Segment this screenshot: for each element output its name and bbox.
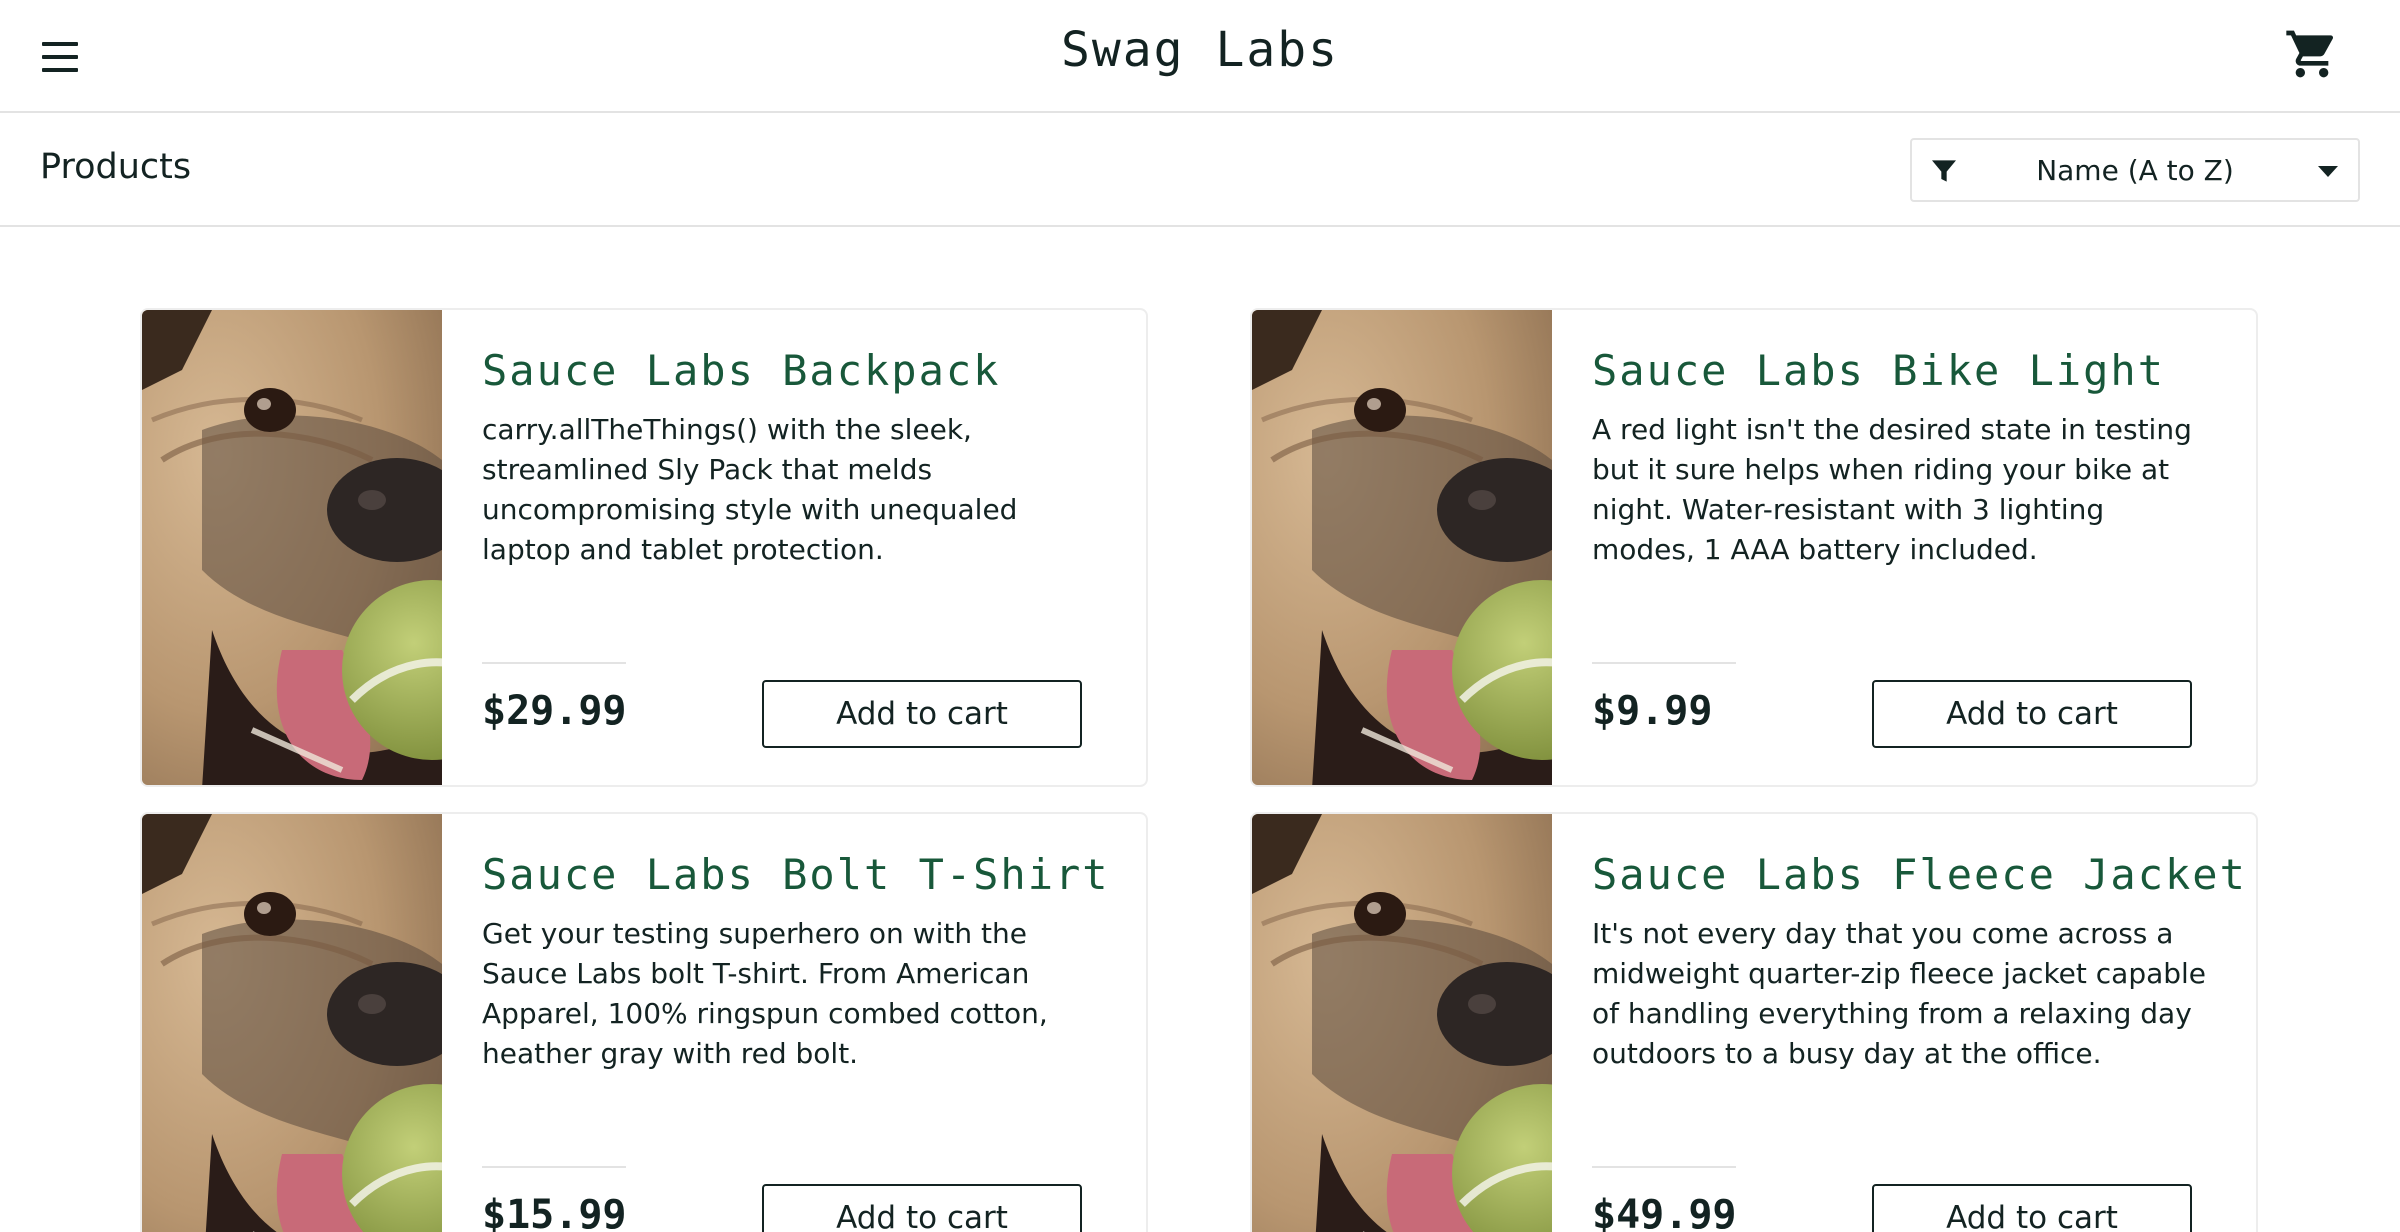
primary-header: Swag Labs (0, 0, 2400, 113)
product-image[interactable] (142, 814, 442, 1232)
app-logo-title: Swag Labs (1060, 22, 1340, 78)
price-divider (482, 662, 626, 664)
shopping-cart-icon[interactable] (2284, 26, 2340, 82)
product-price: $15.99 (482, 1192, 627, 1232)
price-divider (1592, 662, 1736, 664)
product-price: $29.99 (482, 688, 627, 734)
product-description: Get your testing superhero on with the S… (482, 917, 1048, 1070)
pug-with-ball-image (1252, 814, 1552, 1232)
page-title: Products (40, 147, 192, 187)
price-divider (1592, 1166, 1736, 1168)
product-image[interactable] (1252, 814, 1552, 1232)
inventory-item: Sauce Labs Bolt T-Shirt Get your testing… (140, 812, 1148, 1232)
product-description: A red light isn't the desired state in t… (1592, 413, 2192, 566)
add-to-cart-button[interactable]: Add to cart (762, 1184, 1082, 1232)
product-name-link[interactable]: Sauce Labs Bolt T-Shirt (482, 850, 1110, 899)
add-to-cart-button[interactable]: Add to cart (762, 680, 1082, 748)
pug-with-ball-image (1252, 310, 1552, 785)
product-price: $9.99 (1592, 688, 1713, 734)
sort-selected-value: Name (A to Z) (2036, 154, 2234, 187)
product-name-link[interactable]: Sauce Labs Backpack (482, 346, 1000, 395)
inventory-item: Sauce Labs Backpack carry.allTheThings()… (140, 308, 1148, 787)
sort-dropdown[interactable]: Name (A to Z) (1910, 138, 2360, 202)
product-price: $49.99 (1592, 1192, 1737, 1232)
product-image[interactable] (1252, 310, 1552, 785)
product-description: carry.allTheThings() with the sleek, str… (482, 413, 1018, 566)
inventory-list: Sauce Labs Backpack carry.allTheThings()… (140, 308, 2260, 1232)
filter-icon (1932, 160, 1956, 182)
inventory-item: Sauce Labs Bike Light A red light isn't … (1250, 308, 2258, 787)
product-name-link[interactable]: Sauce Labs Fleece Jacket (1592, 850, 2247, 899)
chevron-down-icon (2318, 166, 2338, 177)
shopping-cart-glyph (2286, 30, 2334, 78)
pug-with-ball-image (142, 814, 442, 1232)
pug-with-ball-image (142, 310, 442, 785)
inventory-item: Sauce Labs Fleece Jacket It's not every … (1250, 812, 2258, 1232)
product-description: It's not every day that you come across … (1592, 917, 2207, 1070)
secondary-header: Products Name (A to Z) (0, 113, 2400, 227)
add-to-cart-button[interactable]: Add to cart (1872, 1184, 2192, 1232)
price-divider (482, 1166, 626, 1168)
product-name-link[interactable]: Sauce Labs Bike Light (1592, 346, 2165, 395)
product-image[interactable] (142, 310, 442, 785)
add-to-cart-button[interactable]: Add to cart (1872, 680, 2192, 748)
